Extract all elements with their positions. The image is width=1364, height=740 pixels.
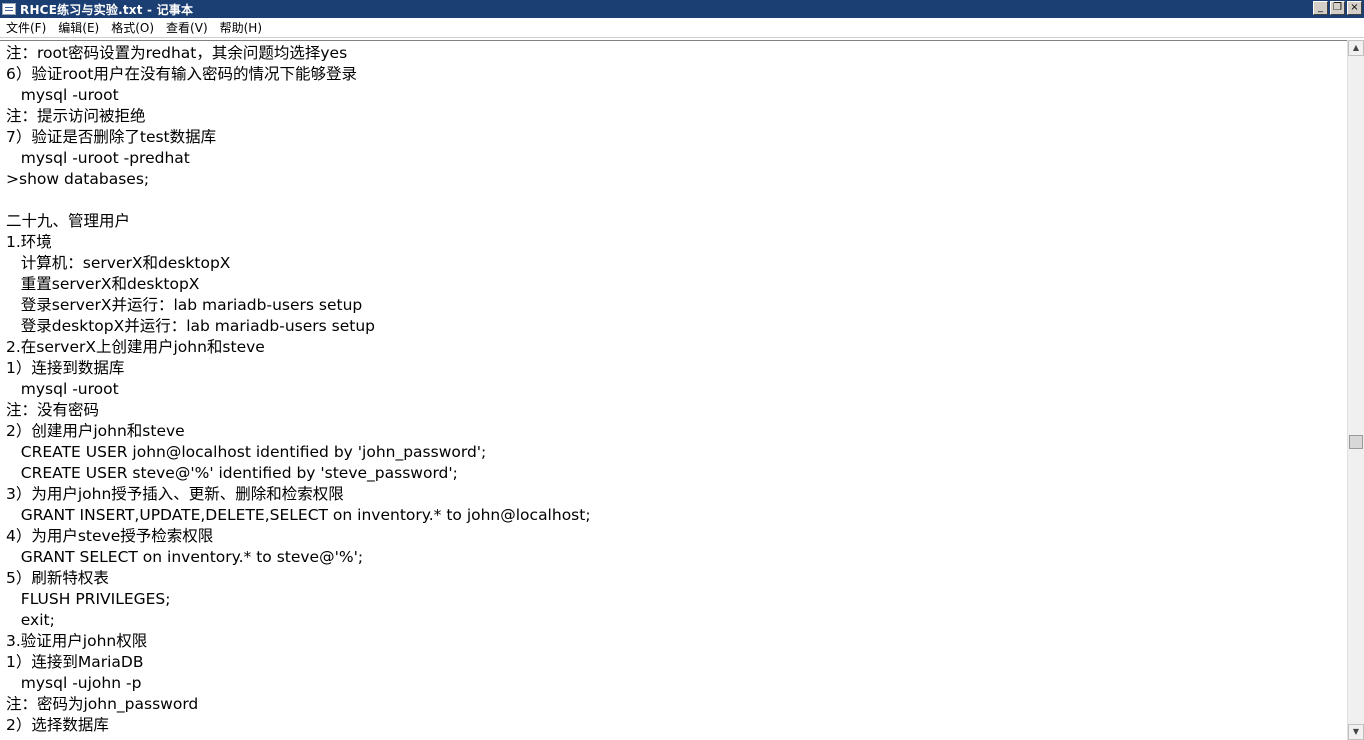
menu-help[interactable]: 帮助(H) [214, 19, 268, 36]
text-line: mysql -ujohn -p [6, 674, 142, 692]
vertical-scrollbar[interactable]: ▲ ▼ [1347, 40, 1364, 740]
restore-button[interactable]: ❐ [1330, 1, 1345, 15]
scroll-down-button[interactable]: ▼ [1348, 724, 1364, 740]
text-line: 注：root密码设置为redhat，其余问题均选择yes [6, 44, 348, 62]
title-bar[interactable]: RHCE练习与实验.txt - 记事本 _ ❐ × [0, 0, 1364, 18]
text-line: 1）连接到数据库 [6, 359, 125, 377]
text-line: 登录desktopX并运行：lab mariadb-users setup [6, 317, 376, 335]
text-line: 1）连接到MariaDB [6, 653, 144, 671]
text-line: 注：密码为john_password [6, 695, 199, 713]
minimize-button[interactable]: _ [1313, 1, 1328, 15]
text-line: 5）刷新特权表 [6, 569, 109, 587]
text-line: GRANT SELECT on inventory.* to steve@'%'… [6, 548, 364, 566]
scroll-up-button[interactable]: ▲ [1348, 40, 1364, 56]
text-line: mysql -uroot [6, 86, 119, 104]
text-line: 3）为用户john授予插入、更新、删除和检索权限 [6, 485, 344, 503]
text-line: 重置serverX和desktopX [6, 275, 200, 293]
menu-format[interactable]: 格式(O) [105, 19, 160, 36]
text-line: CREATE USER steve@'%' identified by 'ste… [6, 464, 458, 482]
text-line [6, 190, 591, 211]
text-line: 2.在serverX上创建用户john和steve [6, 338, 265, 356]
text-line: 2）创建用户john和steve [6, 422, 185, 440]
text-line: exit; [6, 611, 55, 629]
text-line: 二十九、管理用户 [6, 212, 131, 230]
text-line: >show databases; [6, 170, 150, 188]
text-line: 2）选择数据库 [6, 716, 109, 734]
menu-file[interactable]: 文件(F) [0, 19, 52, 36]
menu-edit[interactable]: 编辑(E) [52, 19, 105, 36]
notepad-icon [2, 3, 16, 15]
text-line: 注：提示访问被拒绝 [6, 107, 146, 125]
text-line: mysql -uroot -predhat [6, 149, 190, 167]
text-line: 6）验证root用户在没有输入密码的情况下能够登录 [6, 65, 357, 83]
notepad-window: RHCE练习与实验.txt - 记事本 _ ❐ × 文件(F) 编辑(E) 格式… [0, 0, 1364, 740]
text-line: 7）验证是否删除了test数据库 [6, 128, 217, 146]
text-line: CREATE USER john@localhost identified by… [6, 443, 487, 461]
text-line: 注：没有密码 [6, 401, 100, 419]
text-line: 4）为用户steve授予检索权限 [6, 527, 214, 545]
document-text[interactable]: 注：root密码设置为redhat，其余问题均选择yes 6）验证root用户在没… [6, 43, 591, 736]
window-title: RHCE练习与实验.txt - 记事本 [20, 2, 194, 17]
text-line: 计算机：serverX和desktopX [6, 254, 231, 272]
text-line: mysql -uroot [6, 380, 119, 398]
menu-view[interactable]: 查看(V) [160, 19, 214, 36]
text-line: 1.环境 [6, 233, 52, 251]
scroll-thumb[interactable] [1349, 435, 1363, 449]
menu-bar: 文件(F) 编辑(E) 格式(O) 查看(V) 帮助(H) [0, 18, 1364, 38]
window-controls: _ ❐ × [1313, 1, 1362, 15]
text-editor[interactable]: 注：root密码设置为redhat，其余问题均选择yes 6）验证root用户在没… [0, 40, 1347, 740]
text-line: FLUSH PRIVILEGES; [6, 590, 171, 608]
close-button[interactable]: × [1347, 1, 1362, 15]
text-line: GRANT INSERT,UPDATE,DELETE,SELECT on inv… [6, 506, 591, 524]
text-line: 登录serverX并运行：lab mariadb-users setup [6, 296, 363, 314]
text-line: 3.验证用户john权限 [6, 632, 148, 650]
